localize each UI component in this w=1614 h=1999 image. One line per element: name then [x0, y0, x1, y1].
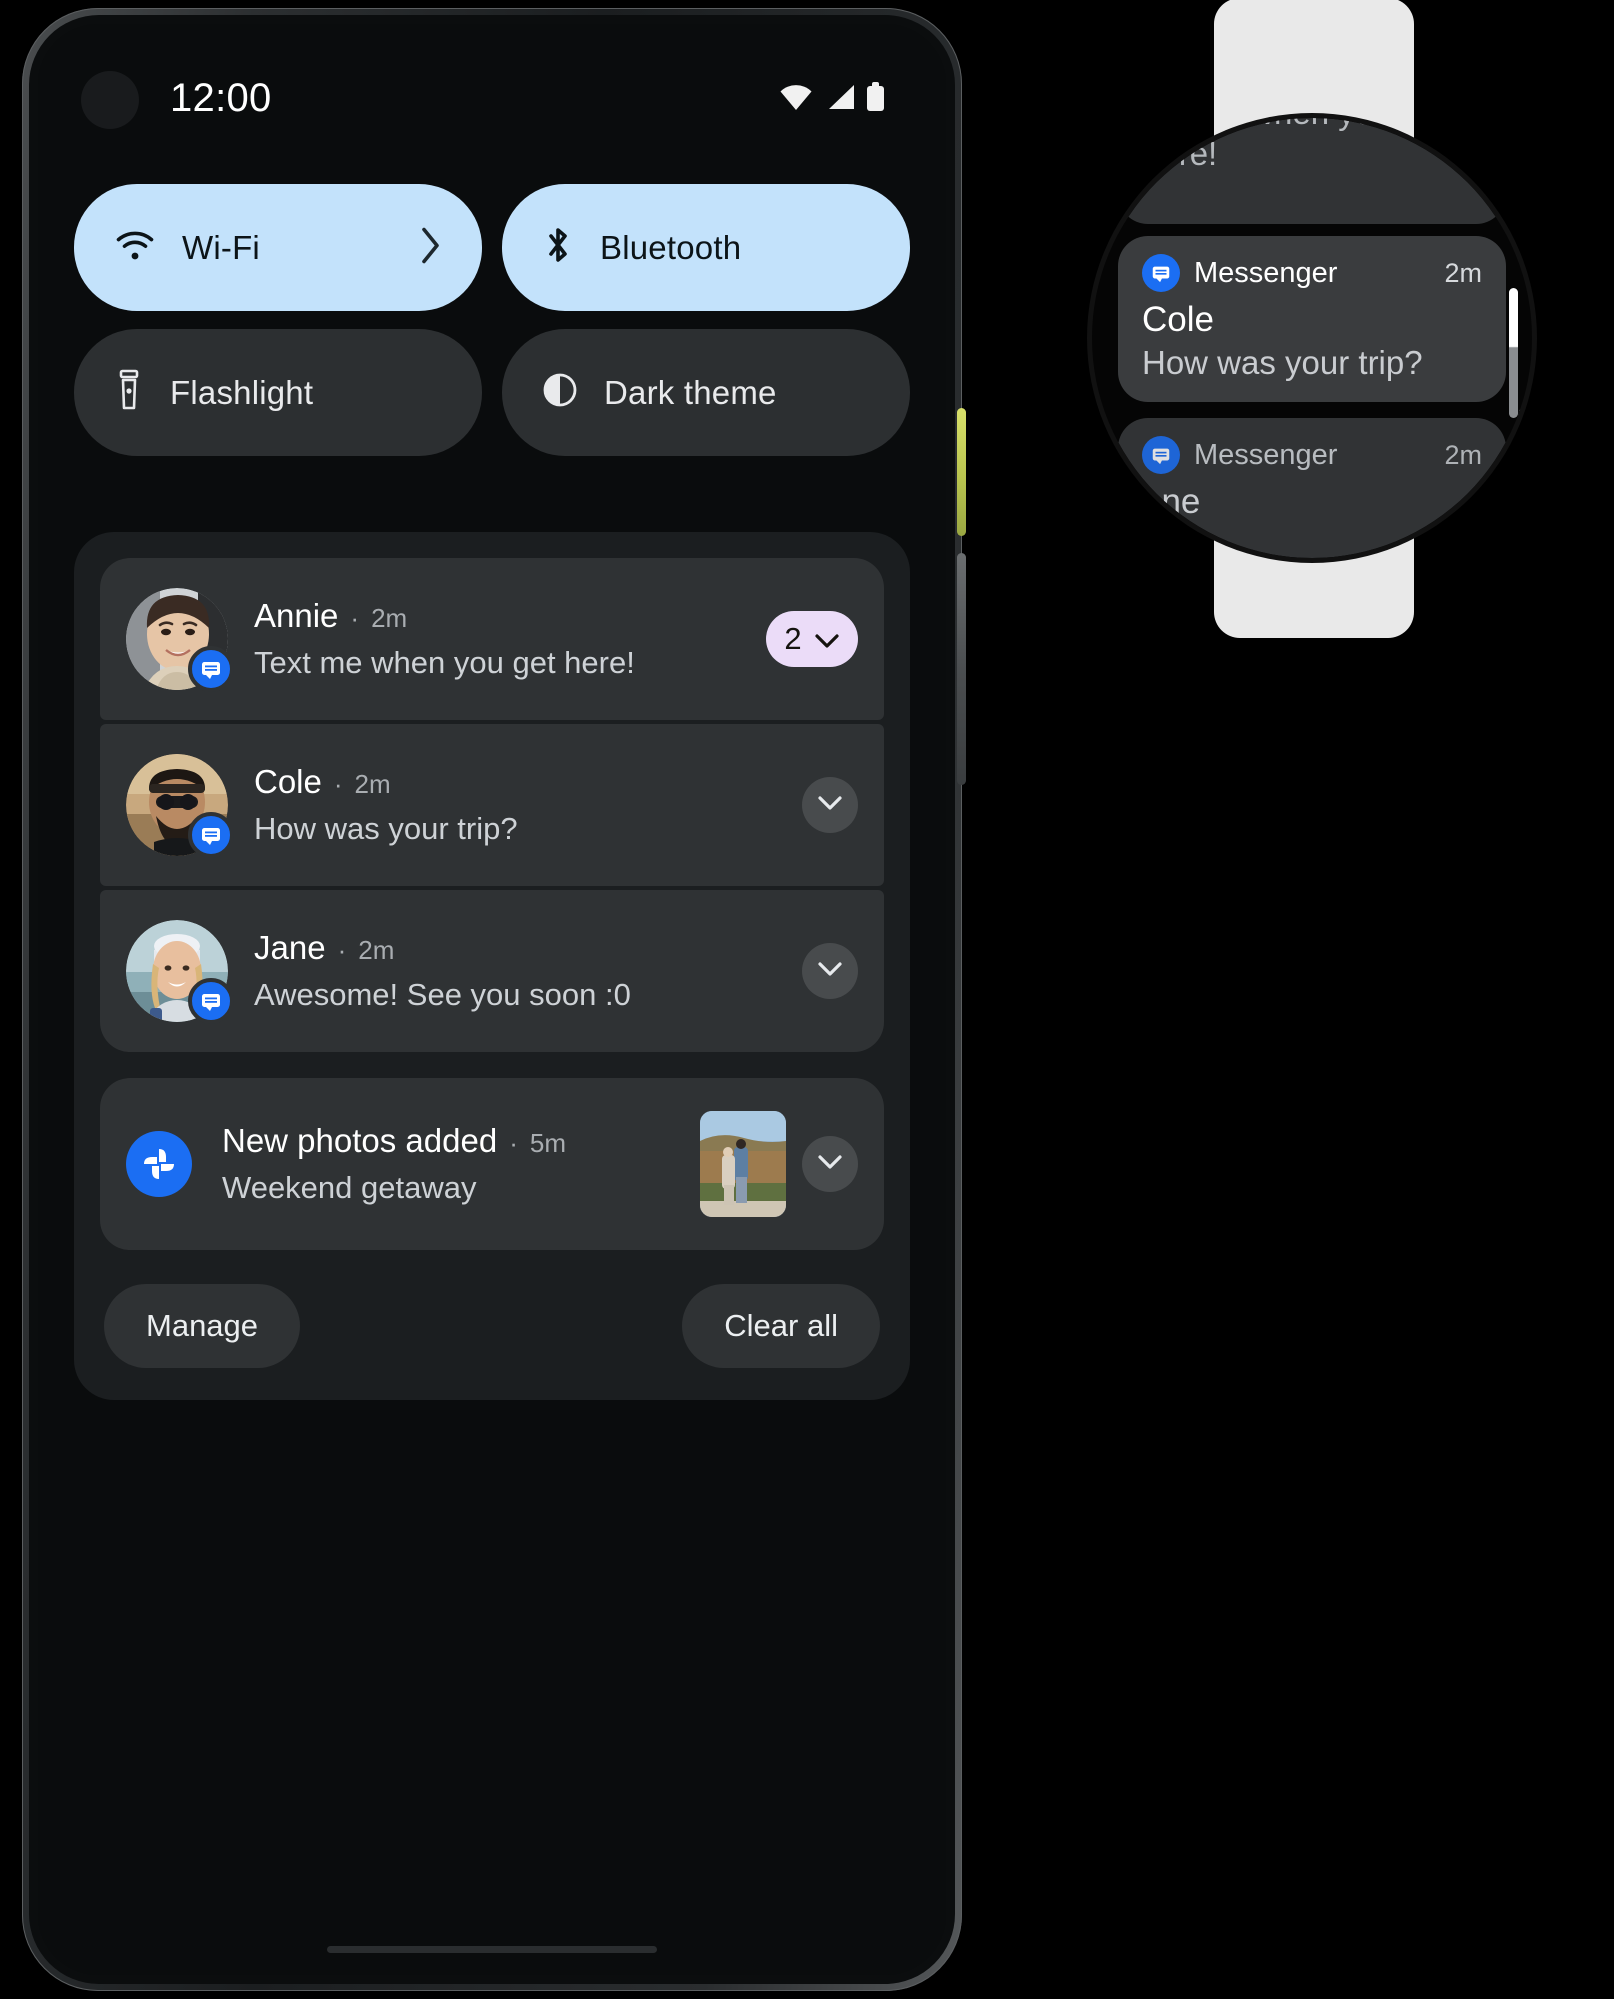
watch-message-text: ext me when you get here! — [1142, 118, 1447, 173]
wifi-icon — [114, 229, 156, 266]
notification-row[interactable]: Jane · 2m Awesome! See you soon :0 — [100, 890, 884, 1052]
couple-hillside-photo[interactable] — [700, 1111, 786, 1217]
messenger-icon — [1142, 436, 1180, 474]
notification-header: New photos added · 5m — [222, 1122, 684, 1160]
messenger-icon — [188, 646, 234, 692]
watch-message-text: How was your trip? — [1142, 344, 1423, 381]
message-text: Awesome! See you soon :0 — [254, 977, 631, 1012]
chevron-down-icon — [817, 961, 843, 982]
quick-tile-bluetooth[interactable]: Bluetooth — [502, 184, 910, 311]
volume-rocker-button[interactable] — [957, 553, 966, 785]
status-bar-icons — [779, 82, 884, 111]
messenger-icon — [188, 978, 234, 1024]
message-count-expand-button[interactable]: 2 — [766, 611, 858, 667]
avatar — [126, 588, 234, 692]
separator: · — [509, 1128, 518, 1158]
flashlight-icon — [114, 369, 144, 416]
watch-sender-name: Cole — [1142, 300, 1214, 339]
notification-content: Annie · 2m Text me when you get here! — [254, 597, 750, 681]
expand-button[interactable] — [802, 943, 858, 999]
timestamp: 2m — [358, 935, 395, 965]
timestamp: 2m — [354, 769, 391, 799]
watch-notification-card-partial-top[interactable]: ext me when you get here! — [1118, 118, 1506, 224]
watch-card-header: Messenger 2m — [1142, 436, 1482, 474]
message-count: 2 — [784, 621, 802, 656]
chevron-down-icon — [817, 1154, 843, 1175]
watch-crown-button[interactable] — [1518, 408, 1532, 464]
phone-screen: 12:00 Wi-Fi Bluetooth Flashlight Dark th… — [38, 24, 946, 1975]
conversation-notification-group: Annie · 2m Text me when you get here! 2 — [100, 558, 884, 1052]
watch-sender-name: ane — [1142, 482, 1201, 521]
notification-header: Annie · 2m — [254, 597, 750, 635]
watch-card-header: Messenger 2m — [1142, 254, 1482, 292]
notification-title: New photos added — [222, 1122, 498, 1159]
dark-theme-icon — [542, 372, 578, 413]
sender-name: Jane — [254, 929, 326, 966]
battery-icon — [867, 82, 884, 111]
status-bar-clock: 12:00 — [170, 76, 272, 120]
message-text: Text me when you get here! — [254, 645, 635, 680]
watch-timestamp: 2m — [1444, 257, 1482, 288]
smartwatch-device: ext me when you get here! Messenger 2m C… — [1062, 0, 1562, 798]
notification-content: New photos added · 5m Weekend getaway — [222, 1122, 684, 1206]
watch-face: ext me when you get here! Messenger 2m C… — [1092, 118, 1532, 558]
sender-name: Annie — [254, 597, 339, 634]
watch-app-name: Messenger — [1194, 438, 1338, 471]
chevron-right-icon[interactable] — [420, 226, 442, 269]
watch-notification-card-focused[interactable]: Messenger 2m Cole How was your trip? — [1118, 236, 1506, 402]
bluetooth-icon — [542, 225, 574, 270]
avatar — [126, 920, 234, 1024]
watch-timestamp: 2m — [1444, 439, 1482, 470]
notification-row[interactable]: Annie · 2m Text me when you get here! 2 — [100, 558, 884, 720]
manage-button[interactable]: Manage — [104, 1284, 301, 1368]
notification-subtitle: Weekend getaway — [222, 1170, 477, 1205]
message-text: How was your trip? — [254, 811, 518, 846]
notification-content: Jane · 2m Awesome! See you soon :0 — [254, 929, 786, 1013]
quick-settings-grid: Wi-Fi Bluetooth Flashlight Dark theme — [74, 184, 910, 456]
watch-app-info: Messenger — [1142, 436, 1337, 474]
quick-tile-label: Wi-Fi — [182, 228, 260, 266]
watch-scrollbar[interactable] — [1509, 288, 1518, 418]
notification-shade: Annie · 2m Text me when you get here! 2 — [74, 532, 910, 1400]
separator: · — [337, 935, 347, 965]
google-photos-icon — [126, 1131, 192, 1197]
chevron-down-icon — [817, 795, 843, 816]
expand-button[interactable] — [802, 1136, 858, 1192]
notification-header: Jane · 2m — [254, 929, 786, 967]
quick-tile-label: Dark theme — [604, 373, 777, 411]
watch-app-info: Messenger — [1142, 254, 1337, 292]
clear-all-button[interactable]: Clear all — [682, 1284, 880, 1368]
quick-tile-dark-theme[interactable]: Dark theme — [502, 329, 910, 456]
separator: · — [350, 603, 360, 633]
quick-tile-wifi[interactable]: Wi-Fi — [74, 184, 482, 311]
expand-button[interactable] — [802, 777, 858, 833]
notification-content: Cole · 2m How was your trip? — [254, 763, 786, 847]
quick-tile-flashlight[interactable]: Flashlight — [74, 329, 482, 456]
screenshot-stage: 12:00 Wi-Fi Bluetooth Flashlight Dark th… — [0, 0, 1614, 1999]
timestamp: 5m — [529, 1128, 566, 1158]
power-button[interactable] — [957, 408, 966, 536]
notification-header: Cole · 2m — [254, 763, 786, 801]
quick-tile-label: Flashlight — [170, 373, 314, 411]
timestamp: 2m — [371, 603, 408, 633]
watch-screen: ext me when you get here! Messenger 2m C… — [1092, 118, 1532, 558]
quick-tile-label: Bluetooth — [600, 228, 742, 266]
photos-notification-row[interactable]: New photos added · 5m Weekend getaway — [100, 1078, 884, 1250]
separator: · — [333, 769, 343, 799]
status-bar: 12:00 — [38, 24, 946, 134]
wifi-icon — [779, 84, 813, 110]
sender-name: Cole — [254, 763, 322, 800]
phone-device: 12:00 Wi-Fi Bluetooth Flashlight Dark th… — [22, 8, 966, 1991]
chevron-down-icon — [814, 621, 840, 657]
messenger-icon — [1142, 254, 1180, 292]
gesture-navigation-bar[interactable] — [327, 1946, 657, 1953]
shade-action-bar: Manage Clear all — [100, 1250, 884, 1370]
front-camera-punch-hole — [81, 71, 139, 129]
avatar — [126, 754, 234, 858]
cellular-signal-icon — [825, 84, 855, 110]
watch-app-name: Messenger — [1194, 256, 1338, 289]
messenger-icon — [188, 812, 234, 858]
watch-notification-card-partial-bottom[interactable]: Messenger 2m ane — [1118, 418, 1506, 558]
notification-row[interactable]: Cole · 2m How was your trip? — [100, 724, 884, 886]
